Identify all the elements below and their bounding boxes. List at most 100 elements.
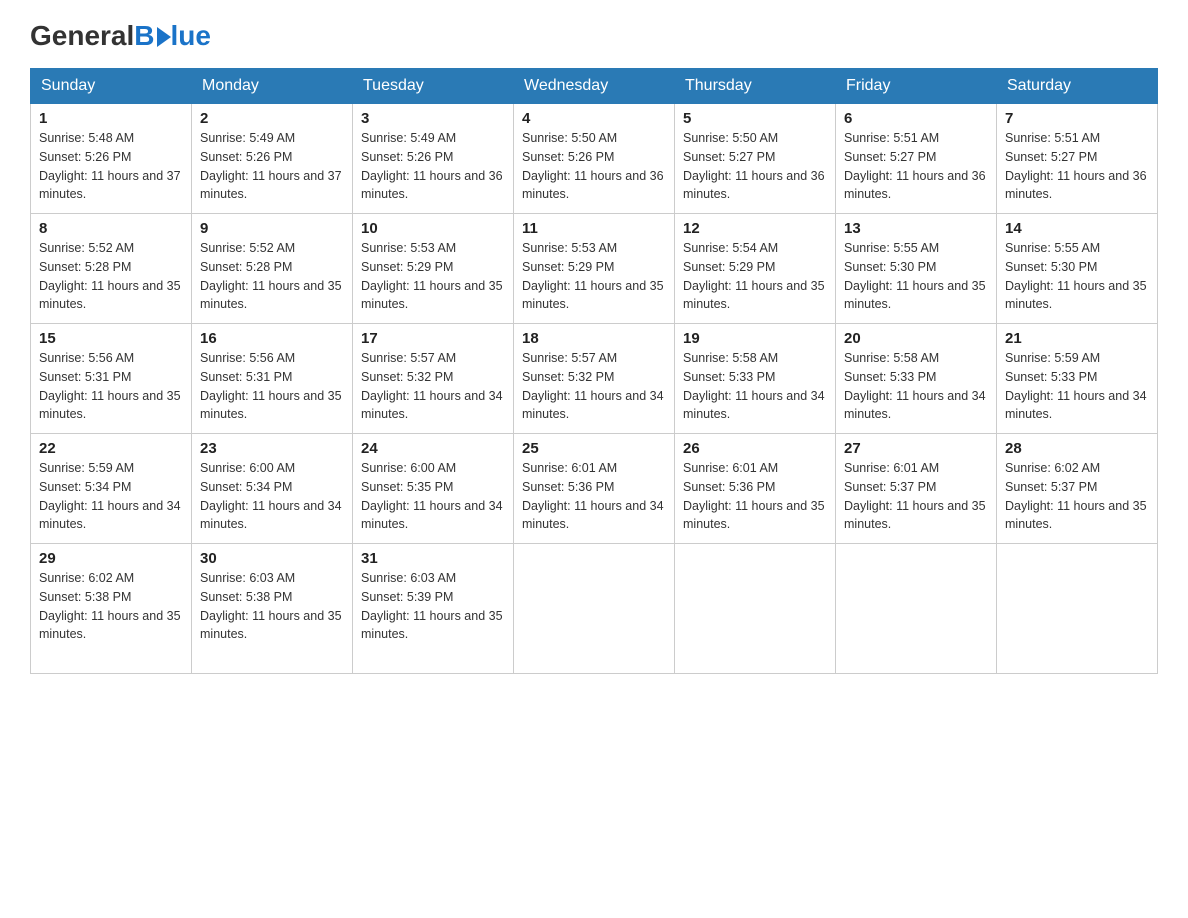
calendar-cell: 9 Sunrise: 5:52 AMSunset: 5:28 PMDaylight… — [192, 214, 353, 324]
day-number: 17 — [361, 330, 505, 347]
day-info: Sunrise: 5:49 AMSunset: 5:26 PMDaylight:… — [361, 129, 505, 204]
calendar-cell: 10 Sunrise: 5:53 AMSunset: 5:29 PMDayligh… — [353, 214, 514, 324]
calendar-cell: 16 Sunrise: 5:56 AMSunset: 5:31 PMDayligh… — [192, 324, 353, 434]
page-header: General B lue — [30, 20, 1158, 52]
calendar-cell: 8 Sunrise: 5:52 AMSunset: 5:28 PMDaylight… — [31, 214, 192, 324]
day-info: Sunrise: 5:50 AMSunset: 5:26 PMDaylight:… — [522, 129, 666, 204]
day-info: Sunrise: 6:01 AMSunset: 5:36 PMDaylight:… — [522, 459, 666, 534]
day-number: 13 — [844, 220, 988, 237]
day-info: Sunrise: 6:00 AMSunset: 5:34 PMDaylight:… — [200, 459, 344, 534]
calendar-header-sunday: Sunday — [31, 69, 192, 104]
day-number: 12 — [683, 220, 827, 237]
calendar-cell — [997, 544, 1158, 674]
calendar-week-row: 29 Sunrise: 6:02 AMSunset: 5:38 PMDayligh… — [31, 544, 1158, 674]
day-info: Sunrise: 5:53 AMSunset: 5:29 PMDaylight:… — [522, 239, 666, 314]
calendar-cell: 18 Sunrise: 5:57 AMSunset: 5:32 PMDayligh… — [514, 324, 675, 434]
day-number: 4 — [522, 110, 666, 127]
day-info: Sunrise: 5:53 AMSunset: 5:29 PMDaylight:… — [361, 239, 505, 314]
calendar-cell: 6 Sunrise: 5:51 AMSunset: 5:27 PMDaylight… — [836, 104, 997, 214]
day-number: 22 — [39, 440, 183, 457]
day-info: Sunrise: 5:52 AMSunset: 5:28 PMDaylight:… — [200, 239, 344, 314]
day-info: Sunrise: 5:50 AMSunset: 5:27 PMDaylight:… — [683, 129, 827, 204]
day-number: 3 — [361, 110, 505, 127]
day-number: 1 — [39, 110, 183, 127]
logo: General B lue — [30, 20, 211, 52]
day-info: Sunrise: 5:56 AMSunset: 5:31 PMDaylight:… — [39, 349, 183, 424]
day-number: 6 — [844, 110, 988, 127]
day-number: 2 — [200, 110, 344, 127]
day-number: 9 — [200, 220, 344, 237]
calendar-cell: 20Sunrise: 5:58 AMSunset: 5:33 PMDayligh… — [836, 324, 997, 434]
calendar-week-row: 15 Sunrise: 5:56 AMSunset: 5:31 PMDayligh… — [31, 324, 1158, 434]
calendar-cell — [514, 544, 675, 674]
calendar-cell: 4 Sunrise: 5:50 AMSunset: 5:26 PMDaylight… — [514, 104, 675, 214]
day-number: 23 — [200, 440, 344, 457]
calendar-cell: 25Sunrise: 6:01 AMSunset: 5:36 PMDayligh… — [514, 434, 675, 544]
logo-b: B — [134, 20, 154, 52]
day-number: 11 — [522, 220, 666, 237]
calendar-week-row: 22Sunrise: 5:59 AMSunset: 5:34 PMDayligh… — [31, 434, 1158, 544]
calendar-cell: 14Sunrise: 5:55 AMSunset: 5:30 PMDayligh… — [997, 214, 1158, 324]
day-info: Sunrise: 6:02 AMSunset: 5:38 PMDaylight:… — [39, 569, 183, 644]
calendar-header-tuesday: Tuesday — [353, 69, 514, 104]
day-number: 29 — [39, 550, 183, 567]
day-info: Sunrise: 5:54 AMSunset: 5:29 PMDaylight:… — [683, 239, 827, 314]
calendar-cell — [836, 544, 997, 674]
calendar-cell: 2 Sunrise: 5:49 AMSunset: 5:26 PMDaylight… — [192, 104, 353, 214]
day-number: 16 — [200, 330, 344, 347]
calendar-cell: 1 Sunrise: 5:48 AMSunset: 5:26 PMDaylight… — [31, 104, 192, 214]
calendar-cell: 30 Sunrise: 6:03 AMSunset: 5:38 PMDayligh… — [192, 544, 353, 674]
calendar-cell — [675, 544, 836, 674]
calendar-cell: 5 Sunrise: 5:50 AMSunset: 5:27 PMDaylight… — [675, 104, 836, 214]
calendar-cell: 21 Sunrise: 5:59 AMSunset: 5:33 PMDayligh… — [997, 324, 1158, 434]
day-number: 28 — [1005, 440, 1149, 457]
calendar-header-row: SundayMondayTuesdayWednesdayThursdayFrid… — [31, 69, 1158, 104]
calendar-header-monday: Monday — [192, 69, 353, 104]
calendar-week-row: 8 Sunrise: 5:52 AMSunset: 5:28 PMDaylight… — [31, 214, 1158, 324]
day-info: Sunrise: 6:02 AMSunset: 5:37 PMDaylight:… — [1005, 459, 1149, 534]
calendar-header-wednesday: Wednesday — [514, 69, 675, 104]
day-info: Sunrise: 5:48 AMSunset: 5:26 PMDaylight:… — [39, 129, 183, 204]
day-info: Sunrise: 6:03 AMSunset: 5:38 PMDaylight:… — [200, 569, 344, 644]
calendar-cell: 11 Sunrise: 5:53 AMSunset: 5:29 PMDayligh… — [514, 214, 675, 324]
calendar-cell: 3 Sunrise: 5:49 AMSunset: 5:26 PMDaylight… — [353, 104, 514, 214]
calendar-cell: 26 Sunrise: 6:01 AMSunset: 5:36 PMDayligh… — [675, 434, 836, 544]
day-number: 7 — [1005, 110, 1149, 127]
day-number: 14 — [1005, 220, 1149, 237]
calendar-cell: 15 Sunrise: 5:56 AMSunset: 5:31 PMDayligh… — [31, 324, 192, 434]
day-number: 24 — [361, 440, 505, 457]
day-info: Sunrise: 5:49 AMSunset: 5:26 PMDaylight:… — [200, 129, 344, 204]
day-number: 21 — [1005, 330, 1149, 347]
day-info: Sunrise: 6:01 AMSunset: 5:37 PMDaylight:… — [844, 459, 988, 534]
calendar-cell: 28 Sunrise: 6:02 AMSunset: 5:37 PMDayligh… — [997, 434, 1158, 544]
day-info: Sunrise: 5:59 AMSunset: 5:33 PMDaylight:… — [1005, 349, 1149, 424]
day-info: Sunrise: 5:57 AMSunset: 5:32 PMDaylight:… — [361, 349, 505, 424]
logo-general-text: General — [30, 20, 134, 52]
day-info: Sunrise: 6:00 AMSunset: 5:35 PMDaylight:… — [361, 459, 505, 534]
day-info: Sunrise: 5:57 AMSunset: 5:32 PMDaylight:… — [522, 349, 666, 424]
day-info: Sunrise: 5:56 AMSunset: 5:31 PMDaylight:… — [200, 349, 344, 424]
day-number: 18 — [522, 330, 666, 347]
day-info: Sunrise: 5:51 AMSunset: 5:27 PMDaylight:… — [844, 129, 988, 204]
calendar-cell: 29 Sunrise: 6:02 AMSunset: 5:38 PMDayligh… — [31, 544, 192, 674]
day-info: Sunrise: 5:51 AMSunset: 5:27 PMDaylight:… — [1005, 129, 1149, 204]
calendar-cell: 7 Sunrise: 5:51 AMSunset: 5:27 PMDaylight… — [997, 104, 1158, 214]
day-info: Sunrise: 5:52 AMSunset: 5:28 PMDaylight:… — [39, 239, 183, 314]
day-number: 10 — [361, 220, 505, 237]
day-number: 31 — [361, 550, 505, 567]
calendar-cell: 27Sunrise: 6:01 AMSunset: 5:37 PMDayligh… — [836, 434, 997, 544]
day-info: Sunrise: 6:01 AMSunset: 5:36 PMDaylight:… — [683, 459, 827, 534]
day-number: 15 — [39, 330, 183, 347]
day-number: 8 — [39, 220, 183, 237]
calendar-cell: 24 Sunrise: 6:00 AMSunset: 5:35 PMDayligh… — [353, 434, 514, 544]
calendar-body: 1 Sunrise: 5:48 AMSunset: 5:26 PMDaylight… — [31, 104, 1158, 674]
calendar-header-friday: Friday — [836, 69, 997, 104]
calendar-cell: 22Sunrise: 5:59 AMSunset: 5:34 PMDayligh… — [31, 434, 192, 544]
logo-blue-part: B lue — [134, 20, 211, 52]
day-number: 5 — [683, 110, 827, 127]
logo-lue: lue — [171, 20, 211, 52]
calendar-cell: 19Sunrise: 5:58 AMSunset: 5:33 PMDayligh… — [675, 324, 836, 434]
day-number: 20 — [844, 330, 988, 347]
day-number: 30 — [200, 550, 344, 567]
day-number: 26 — [683, 440, 827, 457]
